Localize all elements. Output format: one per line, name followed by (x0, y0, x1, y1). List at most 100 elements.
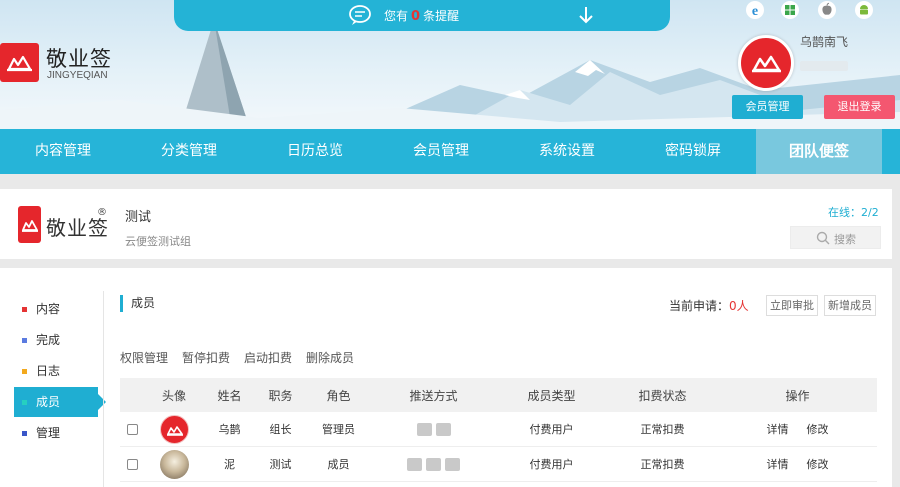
user-avatar[interactable] (738, 35, 794, 91)
pending-label: 当前申请： (669, 299, 730, 313)
column-avatar: 头像 (161, 388, 186, 403)
reminder-prefix: 您有 (384, 9, 409, 23)
message-icon (416, 422, 432, 436)
navy-square-icon (22, 431, 27, 436)
registered-mark: ® (97, 207, 107, 218)
sidebar-item-members[interactable]: 成员 (14, 387, 106, 417)
delete-member-link[interactable]: 删除成员 (306, 349, 354, 366)
chat-icon (349, 5, 371, 25)
edit-link[interactable]: 修改 (807, 456, 829, 472)
member-title: 组长 (269, 423, 292, 436)
column-role: 角色 (326, 388, 351, 403)
nav-password-lock[interactable]: 密码锁屏 (630, 129, 756, 174)
search-icon (816, 231, 830, 245)
nav-system-settings[interactable]: 系统设置 (504, 129, 630, 174)
windows-icon[interactable] (780, 0, 800, 20)
sidebar-item-content[interactable]: 内容 (14, 294, 98, 324)
brand-pinyin: JINGYEQIAN (47, 70, 108, 81)
sidebar-item-label: 成员 (36, 395, 61, 409)
push-method-cell (371, 412, 496, 446)
detail-link[interactable]: 详情 (767, 456, 789, 472)
add-member-button[interactable]: 新增成员 (824, 295, 876, 316)
reminder-bar[interactable]: 您有 0 条提醒 (174, 0, 670, 31)
operation-cell: 详情 修改 (718, 447, 877, 481)
group-logo-icon (18, 206, 41, 243)
member-name: 泥 (224, 458, 235, 471)
orange-square-icon (22, 369, 27, 374)
search-placeholder: 搜索 (834, 233, 856, 246)
main-panel: 内容 完成 日志 成员 管理 成员 当前申请：0人 立即审批 新增成员 权限管理… (0, 268, 892, 487)
table-header: 头像 姓名 职务 角色 推送方式 成员类型 扣费状态 操作 (120, 378, 877, 412)
email-icon (435, 422, 451, 436)
column-push-method: 推送方式 (409, 388, 458, 403)
member-search-input[interactable]: 搜索 (790, 226, 881, 249)
user-name: 乌鹊南飞 (800, 35, 849, 49)
pause-billing-link[interactable]: 暂停扣费 (182, 349, 230, 366)
approve-now-button[interactable]: 立即审批 (766, 295, 818, 316)
header-checkbox-column (120, 378, 144, 412)
sidebar-item-manage[interactable]: 管理 (14, 418, 98, 448)
member-name: 乌鹊 (218, 423, 241, 436)
group-description: 云便签测试组 (125, 235, 191, 248)
member-role: 成员 (327, 458, 350, 471)
sidebar: 内容 完成 日志 成员 管理 (14, 294, 106, 449)
table-row: 泥 测试 成员 付费用户 正常扣费 详情 修改 (120, 447, 877, 482)
avatar-cell (144, 412, 204, 446)
user-account-blurred (800, 61, 848, 71)
teal-square-icon (22, 400, 27, 405)
member-type: 付费用户 (529, 458, 574, 471)
sidebar-divider (103, 291, 104, 487)
sidebar-item-label: 完成 (36, 333, 61, 347)
start-billing-link[interactable]: 启动扣费 (244, 349, 292, 366)
section-title: 成员 (120, 295, 155, 312)
svg-text:e: e (752, 4, 758, 19)
nav-category-management[interactable]: 分类管理 (126, 129, 252, 174)
column-operation: 操作 (785, 388, 810, 403)
sidebar-item-label: 内容 (36, 302, 61, 316)
row-checkbox-cell (120, 447, 144, 481)
avatar (159, 449, 189, 479)
arrow-down-icon[interactable] (576, 4, 596, 26)
row-checkbox[interactable] (126, 458, 138, 470)
billing-status: 正常扣费 (640, 458, 685, 471)
main-nav: 内容管理 分类管理 日历总览 会员管理 系统设置 密码锁屏 团队便签 (0, 129, 900, 174)
member-role: 管理员 (322, 423, 355, 436)
email-icon (445, 457, 460, 471)
ie-icon[interactable]: e (745, 0, 765, 20)
sidebar-item-label: 管理 (36, 426, 61, 440)
apple-icon[interactable] (817, 0, 837, 20)
pending-applications: 当前申请：0人 (669, 297, 749, 314)
edit-link[interactable]: 修改 (807, 421, 829, 437)
billing-status: 正常扣费 (640, 423, 685, 436)
nav-calendar-overview[interactable]: 日历总览 (252, 129, 378, 174)
logo-icon (0, 43, 39, 82)
sidebar-item-completed[interactable]: 完成 (14, 325, 98, 355)
member-management-button[interactable]: 会员管理 (732, 95, 803, 119)
android-icon[interactable] (854, 0, 874, 20)
avatar-cell (144, 447, 204, 481)
sidebar-item-log[interactable]: 日志 (14, 356, 98, 386)
pending-count: 0人 (729, 299, 749, 313)
nav-content-management[interactable]: 内容管理 (0, 129, 126, 174)
logout-button[interactable]: 退出登录 (824, 95, 895, 119)
reminder-text: 您有 0 条提醒 (384, 7, 459, 24)
member-type: 付费用户 (529, 423, 574, 436)
red-square-icon (22, 307, 27, 312)
nav-member-management[interactable]: 会员管理 (378, 129, 504, 174)
column-member-type: 成员类型 (527, 388, 576, 403)
blue-square-icon (22, 338, 27, 343)
nav-team-notes[interactable]: 团队便签 (756, 129, 882, 174)
push-method-cell (371, 447, 496, 481)
column-name: 姓名 (217, 388, 242, 403)
detail-link[interactable]: 详情 (767, 421, 789, 437)
row-checkbox[interactable] (126, 423, 138, 435)
table-row (120, 482, 877, 487)
operation-cell: 详情 修改 (718, 412, 877, 446)
wechat-icon (426, 457, 441, 471)
permission-management-link[interactable]: 权限管理 (120, 349, 168, 366)
header: 您有 0 条提醒 敬业签 JINGYEQIAN e 乌鹊南飞 会员管理 退出登录 (0, 0, 900, 129)
column-billing-status: 扣费状态 (638, 388, 687, 403)
members-table: 头像 姓名 职务 角色 推送方式 成员类型 扣费状态 操作 乌鹊 组长 管理员 … (120, 378, 877, 487)
reminder-suffix: 条提醒 (423, 9, 460, 23)
avatar (159, 414, 189, 444)
